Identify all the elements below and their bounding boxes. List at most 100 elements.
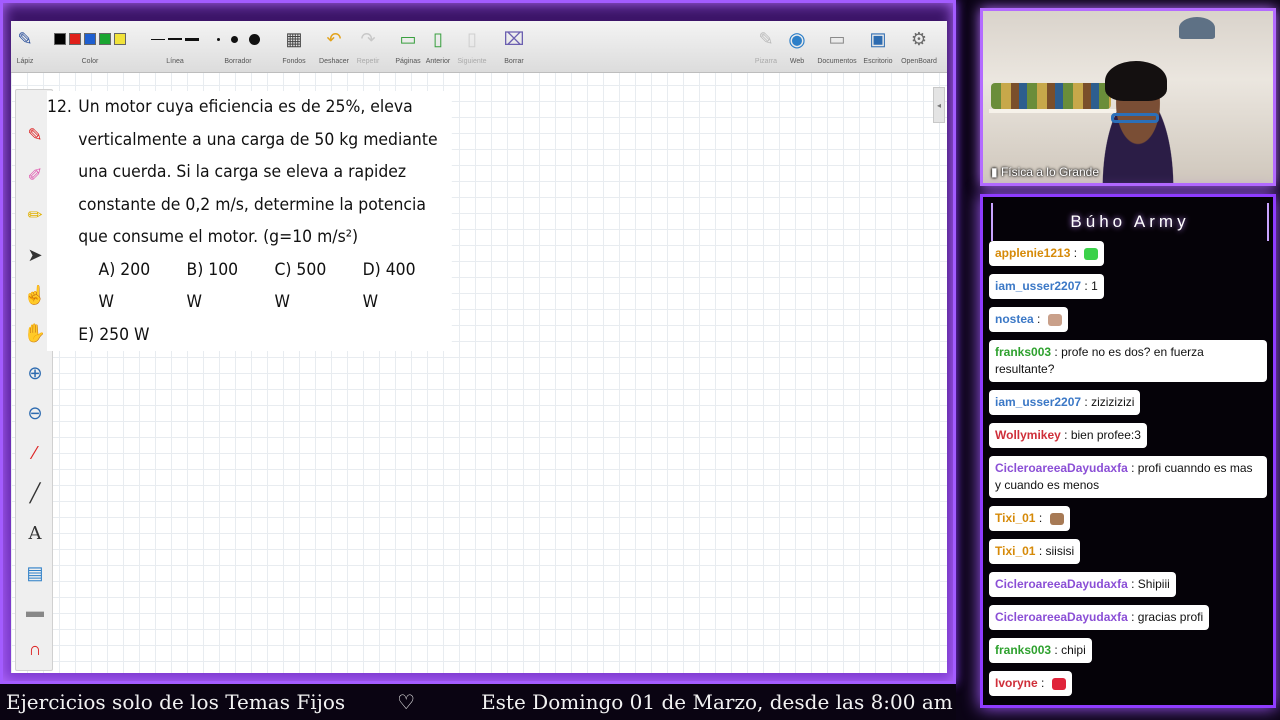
pen-icon: ✎ <box>17 28 33 49</box>
emote-icon <box>1047 313 1062 326</box>
clear-label: Borrar <box>504 58 524 65</box>
selector-arrow-icon[interactable]: ➤ <box>22 242 48 268</box>
problem-text: 12. Un motor cuya eficiencia es de 25%, … <box>47 91 452 351</box>
previous-page-button[interactable]: ▯ Anterior <box>425 25 451 71</box>
monitor-icon: ▣ <box>869 28 887 49</box>
redo-button[interactable]: ↷ Repetir <box>355 25 381 71</box>
line-width-tool[interactable]: Línea <box>147 25 203 71</box>
chat-username[interactable]: CicleroareeaDayudaxfa <box>995 577 1128 591</box>
chat-username[interactable]: Tixi_01 <box>995 511 1035 525</box>
chat-message: Tixi_01 : siisisi <box>989 539 1273 572</box>
pen-icon[interactable]: ✎ <box>22 122 48 148</box>
chat-messages: applenie1213 : iam_usser2207 : 1 nostea :… <box>989 241 1273 704</box>
hand-pointer-icon[interactable]: ☝ <box>22 282 48 308</box>
hand-grab-icon[interactable]: ✋ <box>22 320 48 346</box>
color-swatch-green[interactable] <box>99 33 111 45</box>
color-swatch-yellow[interactable] <box>114 33 126 45</box>
chat-username[interactable]: Ivoryne <box>995 676 1038 690</box>
eraser-tool[interactable]: Borrador <box>213 25 263 71</box>
undo-button[interactable]: ↶ Deshacer <box>319 25 349 71</box>
magnet-icon[interactable]: ∩ <box>22 636 48 662</box>
chat-text: gracias profi <box>1137 610 1204 624</box>
chat-username[interactable]: iam_usser2207 <box>995 395 1081 409</box>
line-icon[interactable]: ╱ <box>22 480 48 506</box>
problem-line: constante de 0,2 m/s, determine la poten… <box>78 194 426 215</box>
board-mode-button[interactable]: ✎ Pizarra <box>753 25 779 71</box>
chat-text: Shipiii <box>1137 577 1170 591</box>
backgrounds-label: Fondos <box>282 58 306 65</box>
chat-bubble: Tixi_01 : siisisi <box>989 539 1081 564</box>
chat-username[interactable]: iam_usser2207 <box>995 279 1081 293</box>
web-mode-button[interactable]: ◉ Web <box>785 25 809 71</box>
laser-pointer-icon[interactable]: ⁄ <box>22 440 48 466</box>
problem-number: 12. <box>47 97 72 117</box>
color-swatch-red[interactable] <box>69 33 81 45</box>
chat-username[interactable]: Wollymikey <box>995 428 1061 442</box>
chat-username[interactable]: nostea <box>995 312 1034 326</box>
chat-username[interactable]: applenie1213 <box>995 246 1070 260</box>
chat-text: 1 <box>1091 279 1098 293</box>
marker-icon[interactable]: ✐ <box>22 162 48 188</box>
redo-icon: ↷ <box>360 28 376 49</box>
color-swatch-blue[interactable] <box>84 33 96 45</box>
chat-message: CicleroareeaDayudaxfa : gracias profi <box>989 605 1273 638</box>
problem-line: una cuerda. Si la carga se eleva a rapid… <box>78 162 407 182</box>
ticker-right-text: Este Domingo 01 de Marzo, desde las 8:00… <box>481 690 956 714</box>
openboard-menu-button[interactable]: ⚙ OpenBoard <box>899 25 939 71</box>
chat-username[interactable]: CicleroareeaDayudaxfa <box>995 461 1128 475</box>
chat-bubble: franks003 : chipi <box>989 638 1092 663</box>
documents-mode-label: Documentos <box>817 58 857 65</box>
zoom-out-icon[interactable]: ⊖ <box>22 400 48 426</box>
gear-icon: ⚙ <box>910 28 928 49</box>
answer-option: A) 200 W <box>98 259 151 313</box>
whiteboard-canvas[interactable]: ✎ Lápiz Color Línea Borrador ▦ Fondos ↶ … <box>11 21 947 673</box>
channel-name: Física a lo Grande <box>1000 165 1099 179</box>
chat-message: applenie1213 : <box>989 241 1273 274</box>
pages-icon: ▭ <box>399 28 417 49</box>
problem-line: verticalmente a una carga de 50 kg media… <box>78 129 438 150</box>
chat-bubble: Ivoryne : <box>989 671 1072 696</box>
color-swatch-black[interactable] <box>54 33 66 45</box>
chat-title: Búho Army <box>991 203 1269 241</box>
globe-icon: ◉ <box>788 28 806 51</box>
whiteboard-window: ✎ Lápiz Color Línea Borrador ▦ Fondos ↶ … <box>0 0 956 684</box>
chat-message: Tixi_01 : <box>989 506 1273 539</box>
backgrounds-button[interactable]: ▦ Fondos <box>281 25 307 71</box>
line-width-icon <box>151 25 199 53</box>
text-icon[interactable]: A <box>22 520 48 546</box>
chat-message: iam_usser2207 : 1 <box>989 274 1273 307</box>
board-mode-icon: ✎ <box>758 28 774 49</box>
desktop-mode-button[interactable]: ▣ Escritorio <box>861 25 895 71</box>
highlighter-icon[interactable]: ✏ <box>22 202 48 228</box>
emote-icon <box>1051 677 1066 690</box>
previous-label: Anterior <box>425 58 451 65</box>
undo-icon: ↶ <box>326 28 342 49</box>
grid-background-icon: ▦ <box>285 28 303 49</box>
pages-button[interactable]: ▭ Páginas <box>395 25 421 71</box>
webcam-label: ▮ Física a lo Grande <box>991 165 1099 179</box>
chat-username[interactable]: franks003 <box>995 345 1051 359</box>
keyboard-icon[interactable]: ▬ <box>22 598 48 624</box>
chat-panel: Búho Army applenie1213 : iam_usser2207 :… <box>980 194 1276 708</box>
clear-board-icon: ⌧ <box>503 28 525 49</box>
chat-text: zizizizizi <box>1091 395 1135 409</box>
chat-bubble: franks003 : profe no es dos? en fuerza r… <box>989 340 1267 382</box>
color-tool[interactable]: Color <box>45 25 135 71</box>
pen-tool[interactable]: ✎ Lápiz <box>13 25 37 71</box>
emote-icon <box>1049 512 1064 525</box>
answer-option: D) 400 W <box>362 259 416 313</box>
chat-username[interactable]: franks003 <box>995 643 1051 657</box>
right-panel-handle[interactable]: ◂ <box>933 87 945 123</box>
clear-button[interactable]: ⌧ Borrar <box>501 25 527 71</box>
chat-message: Wollymikey : bien profee:3 <box>989 423 1273 456</box>
zoom-in-icon[interactable]: ⊕ <box>22 360 48 386</box>
capture-icon[interactable]: ▤ <box>22 560 48 586</box>
documents-mode-button[interactable]: ▭ Documentos <box>815 25 859 71</box>
chat-bubble: applenie1213 : <box>989 241 1105 266</box>
chat-text: bien profee:3 <box>1070 428 1141 442</box>
chat-username[interactable]: CicleroareeaDayudaxfa <box>995 610 1128 624</box>
answer-option: E) 250 W <box>78 324 150 345</box>
chat-username[interactable]: Tixi_01 <box>995 544 1035 558</box>
chat-text: chipi <box>1061 643 1086 657</box>
next-page-button[interactable]: ▯ Siguiente <box>457 25 487 71</box>
